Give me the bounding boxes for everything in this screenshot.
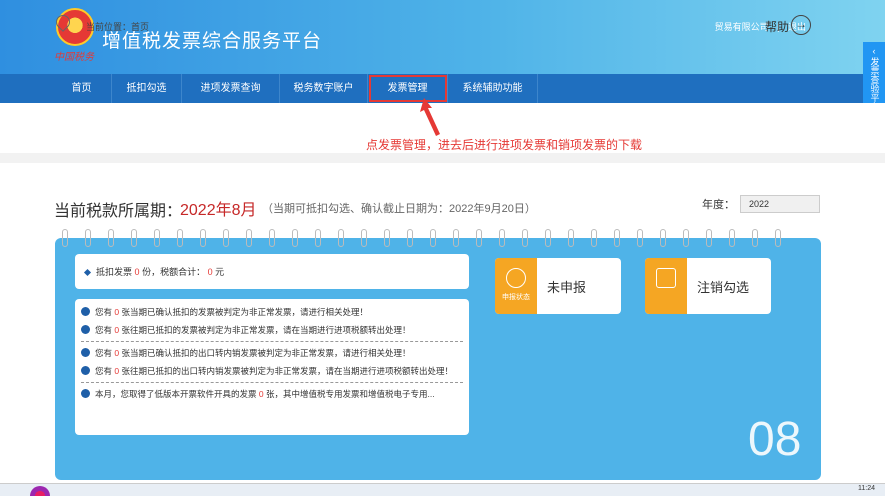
notice-post: 张往期已抵扣的出口转内销发票被判定为非正常发票，请在当期进行进项税额转出处理！ xyxy=(121,366,454,376)
notice-item[interactable]: 您有 0 张往期已抵扣的出口转内销发票被判定为非正常发票，请在当期进行进项税额转… xyxy=(81,362,463,380)
status-icon-caption: 申报状态 xyxy=(502,294,530,301)
ring-icon xyxy=(706,229,712,247)
notice-item[interactable]: 您有 0 张当期已确认抵扣的发票被判定为非正常发票，请进行相关处理！ xyxy=(81,303,463,321)
bell-icon xyxy=(81,366,90,375)
notice-pre: 您有 xyxy=(95,325,113,335)
summary-prefix: 抵扣发票 xyxy=(96,267,133,277)
ring-icon xyxy=(407,229,413,247)
ring-icon xyxy=(660,229,666,247)
notice-post: 张，其中增值税专用发票和增值税电子专用... xyxy=(266,389,435,399)
notice-item[interactable]: 您有 0 张当期已确认抵扣的出口转内销发票被判定为非正常发票，请进行相关处理！ xyxy=(81,341,463,362)
ring-icon xyxy=(361,229,367,247)
ring-icon xyxy=(430,229,436,247)
period-label: 当前税款所属期： xyxy=(54,203,183,220)
nav-input-invoice-query[interactable]: 进项发票查询 xyxy=(182,74,280,103)
ring-icon xyxy=(131,229,137,247)
nav-tax-digital-account[interactable]: 税务数字账户 xyxy=(280,74,368,103)
side-tab-chevron-icon: ‹ xyxy=(872,46,876,56)
ring-icon xyxy=(292,229,298,247)
declaration-status-icon: 申报状态 xyxy=(495,258,537,314)
notice-post: 张当期已确认抵扣的发票被判定为非正常发票，请进行相关处理！ xyxy=(121,307,369,317)
period-value: 2022年8月 xyxy=(180,202,257,219)
declaration-status-tile[interactable]: 申报状态 未申报 xyxy=(495,258,621,314)
notice-count: 0 xyxy=(114,366,120,376)
notice-pre: 您有 xyxy=(95,348,113,358)
taskbar xyxy=(0,483,885,496)
summary-amount-unit: 元 xyxy=(215,267,225,277)
notice-post: 张往期已抵扣的发票被判定为非正常发票，请在当期进行进项税额转出处理！ xyxy=(121,325,411,335)
ring-icon xyxy=(637,229,643,247)
ring-icon xyxy=(246,229,252,247)
cancel-selection-tile[interactable]: 注销勾选 xyxy=(645,258,771,314)
notice-card: 您有 0 张当期已确认抵扣的发票被判定为非正常发票，请进行相关处理！ 您有 0 … xyxy=(75,299,469,435)
notice-pre: 您有 xyxy=(95,366,113,376)
summary-amount: 0 xyxy=(207,267,213,277)
ring-icon xyxy=(338,229,344,247)
ring-icon xyxy=(108,229,114,247)
breadcrumb: 当前位置：首页 xyxy=(86,22,150,32)
bell-icon xyxy=(81,348,90,357)
ring-icon xyxy=(269,229,275,247)
nav-system-tools[interactable]: 系统辅助功能 xyxy=(448,74,538,103)
ring-icon xyxy=(683,229,689,247)
notice-pre: 本月，您取得了低版本开票软件开具的发票 xyxy=(95,389,257,399)
bell-icon xyxy=(81,389,90,398)
notice-count: 0 xyxy=(114,307,120,317)
ring-icon xyxy=(62,229,68,247)
ring-icon xyxy=(177,229,183,247)
ring-icon xyxy=(591,229,597,247)
ring-icon xyxy=(315,229,321,247)
annotation-text: 点发票管理，进去后进行进项发票和销项发票的下载 xyxy=(366,138,643,152)
ring-icon xyxy=(752,229,758,247)
document-return-icon xyxy=(656,268,676,288)
ring-icon xyxy=(775,229,781,247)
notice-post: 张当期已确认抵扣的出口转内销发票被判定为非正常发票，请进行相关处理！ xyxy=(121,348,411,358)
annotation-arrow-icon xyxy=(420,98,440,136)
ring-icon xyxy=(568,229,574,247)
calendar-month: 08 xyxy=(748,413,802,466)
arrow-right-circle-icon[interactable]: → xyxy=(791,15,811,35)
notice-count: 0 xyxy=(114,348,120,358)
ring-icon xyxy=(223,229,229,247)
nav-deduction-select[interactable]: 抵扣勾选 xyxy=(112,74,182,103)
ring-icon xyxy=(200,229,206,247)
year-select[interactable]: 2022 xyxy=(740,195,820,213)
ring-icon xyxy=(154,229,160,247)
emblem-text: 中国税务 xyxy=(54,52,94,63)
calendar-rings xyxy=(62,229,822,247)
notice-pre: 您有 xyxy=(95,307,113,317)
status-label: 未申报 xyxy=(547,280,587,295)
ring-icon xyxy=(499,229,505,247)
nav-home[interactable]: 首页 xyxy=(52,74,112,103)
ring-icon xyxy=(453,229,459,247)
ring-icon xyxy=(85,229,91,247)
ring-icon xyxy=(384,229,390,247)
ring-icon xyxy=(545,229,551,247)
user-clock-icon xyxy=(506,268,526,288)
help-link[interactable]: 帮助 xyxy=(765,18,789,35)
ring-icon xyxy=(522,229,528,247)
notice-count: 0 xyxy=(258,389,264,399)
summary-count: 0 xyxy=(134,267,140,277)
cancel-selection-label: 注销勾选 xyxy=(697,280,750,295)
period-note: （当期可抵扣勾选、确认截止日期为：2022年9月20日） xyxy=(262,203,536,215)
summary-count-unit: 份，税额合计： xyxy=(142,267,206,277)
notice-count: 0 xyxy=(114,325,120,335)
notice-item[interactable]: 您有 0 张往期已抵扣的发票被判定为非正常发票，请在当期进行进项税额转出处理！ xyxy=(81,321,463,339)
deduction-summary-card: 抵扣发票 0 份，税额合计： 0 元 xyxy=(75,254,469,289)
ring-icon xyxy=(614,229,620,247)
company-name[interactable]: 贸易有限公司 xyxy=(715,22,769,32)
year-label: 年度： xyxy=(702,199,735,211)
bell-icon xyxy=(81,325,90,334)
cancel-selection-icon xyxy=(645,258,687,314)
taskbar-clock: 11:24 xyxy=(858,485,875,492)
ring-icon xyxy=(729,229,735,247)
ring-icon xyxy=(476,229,482,247)
diamond-bullet-icon xyxy=(83,268,92,277)
notice-item[interactable]: 本月，您取得了低版本开票软件开具的发票 0 张，其中增值税专用发票和增值税电子专… xyxy=(81,382,463,403)
bell-icon xyxy=(81,307,90,316)
